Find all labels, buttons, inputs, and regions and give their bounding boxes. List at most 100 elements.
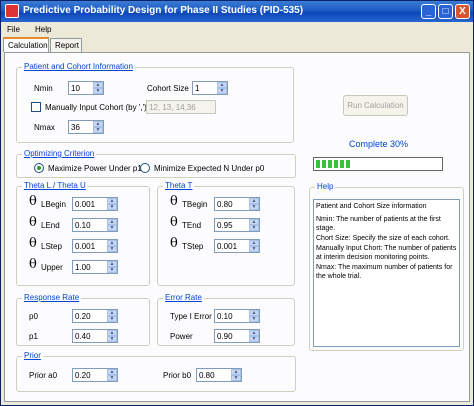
p1-stepper[interactable]: 0.40 ▲ ▼ bbox=[72, 329, 118, 343]
help-line: Patient and Cohort Size information bbox=[316, 203, 427, 210]
title-bar[interactable]: Predictive Probability Design for Phase … bbox=[1, 1, 473, 22]
completion-status: Complete 30% bbox=[349, 139, 409, 149]
theta-upper-down-arrow-icon[interactable]: ▼ bbox=[107, 267, 117, 273]
prior-a0-stepper[interactable]: 0.20 ▲ ▼ bbox=[72, 368, 118, 382]
nmin-stepper[interactable]: 10 ▲ ▼ bbox=[68, 81, 104, 95]
close-button[interactable]: X bbox=[455, 4, 470, 19]
type1-error-label: Type I Error bbox=[170, 312, 212, 321]
nmin-down-arrow-icon[interactable]: ▼ bbox=[93, 88, 103, 94]
response-rate-group: Response Rate p0 0.20 ▲ ▼ p1 0.40 ▲ ▼ bbox=[16, 293, 150, 346]
progress-segment bbox=[322, 160, 326, 168]
menu-bar: File Help bbox=[1, 22, 473, 38]
p0-label: p0 bbox=[29, 312, 38, 321]
patient-cohort-group: Patient and Cohort Information Nmin 10 ▲… bbox=[16, 62, 294, 143]
cohort-size-stepper[interactable]: 1 ▲ ▼ bbox=[192, 81, 228, 95]
help-line: Manually Input Chort: The number of pati… bbox=[316, 245, 457, 261]
app-window: Predictive Probability Design for Phase … bbox=[0, 0, 474, 406]
theta-t-label: Theta T bbox=[163, 181, 195, 190]
maximize-power-label: Maximize Power Under p1 bbox=[48, 164, 142, 173]
patient-cohort-group-label: Patient and Cohort Information bbox=[22, 62, 135, 71]
run-calculation-button[interactable]: Run Calculation bbox=[343, 95, 408, 116]
theta-lend-label: LEnd bbox=[41, 221, 60, 230]
theta-lend-down-arrow-icon[interactable]: ▼ bbox=[107, 225, 117, 231]
theta-lbegin-down-arrow-icon[interactable]: ▼ bbox=[107, 204, 117, 210]
nmax-label: Nmax bbox=[34, 123, 55, 132]
theta-lbegin-stepper[interactable]: 0.001 ▲ ▼ bbox=[72, 197, 118, 211]
b0-down-arrow-icon[interactable]: ▼ bbox=[231, 375, 241, 381]
theta-symbol-icon: θ bbox=[170, 194, 178, 209]
progress-segment bbox=[316, 160, 320, 168]
theta-symbol-icon: θ bbox=[29, 194, 37, 209]
tab-report[interactable]: Report bbox=[50, 38, 82, 52]
maximize-power-radio[interactable] bbox=[34, 163, 44, 173]
help-line: Nmin: The number of patients at the firs… bbox=[316, 216, 441, 232]
tab-calculation[interactable]: Calculation bbox=[3, 37, 49, 52]
nmax-stepper[interactable]: 36 ▲ ▼ bbox=[68, 120, 104, 134]
theta-upper-stepper[interactable]: 1.00 ▲ ▼ bbox=[72, 260, 118, 274]
theta-lend-stepper[interactable]: 0.10 ▲ ▼ bbox=[72, 218, 118, 232]
minimize-expected-radio[interactable] bbox=[140, 163, 150, 173]
help-group: Help Patient and Cohort Size information… bbox=[309, 182, 464, 351]
optimizing-criterion-label: Optimizing Criterion bbox=[22, 149, 97, 158]
theta-lbegin-label: LBegin bbox=[41, 200, 66, 209]
cohort-down-arrow-icon[interactable]: ▼ bbox=[217, 88, 227, 94]
theta-tstep-down-arrow-icon[interactable]: ▼ bbox=[249, 246, 259, 252]
theta-t-group: Theta T θ TBegin 0.80 ▲ ▼ θ TEnd 0.95 ▲ ▼ θT… bbox=[157, 181, 295, 286]
app-icon bbox=[5, 4, 19, 18]
p1-label: p1 bbox=[29, 332, 38, 341]
manual-cohort-input[interactable]: 12, 13, 14,36 bbox=[146, 100, 216, 114]
type1-error-stepper[interactable]: 0.10 ▲ ▼ bbox=[214, 309, 260, 323]
theta-symbol-icon: θ bbox=[170, 215, 178, 230]
theta-lstep-label: LStep bbox=[41, 242, 62, 251]
help-line: Nmax: The maximum number of patients for… bbox=[316, 264, 453, 280]
theta-tend-stepper[interactable]: 0.95 ▲ ▼ bbox=[214, 218, 260, 232]
menu-help[interactable]: Help bbox=[35, 25, 51, 34]
theta-tstep-label: TStep bbox=[182, 242, 204, 251]
a0-down-arrow-icon[interactable]: ▼ bbox=[107, 375, 117, 381]
minimize-expected-label: Minimize Expected N Under p0 bbox=[154, 164, 265, 173]
minimize-button[interactable]: _ bbox=[421, 4, 436, 19]
progress-bar bbox=[313, 157, 443, 171]
theta-tstep-stepper[interactable]: 0.001 ▲ ▼ bbox=[214, 239, 260, 253]
progress-segment bbox=[340, 160, 344, 168]
prior-group: Prior Prior a0 0.20 ▲ ▼ Prior b0 0.80 ▲ ▼ bbox=[16, 351, 296, 392]
maximize-button[interactable]: □ bbox=[438, 4, 453, 19]
theta-lu-label: Theta L / Theta U bbox=[22, 181, 88, 190]
theta-lstep-down-arrow-icon[interactable]: ▼ bbox=[107, 246, 117, 252]
progress-segment bbox=[334, 160, 338, 168]
theta-tbegin-down-arrow-icon[interactable]: ▼ bbox=[249, 204, 259, 210]
theta-tend-down-arrow-icon[interactable]: ▼ bbox=[249, 225, 259, 231]
help-label: Help bbox=[315, 182, 336, 191]
prior-b0-label: Prior b0 bbox=[163, 371, 192, 380]
power-down-arrow-icon[interactable]: ▼ bbox=[249, 336, 259, 342]
p1-down-arrow-icon[interactable]: ▼ bbox=[107, 336, 117, 342]
nmax-down-arrow-icon[interactable]: ▼ bbox=[93, 127, 103, 133]
prior-b0-stepper[interactable]: 0.80 ▲ ▼ bbox=[196, 368, 242, 382]
theta-tbegin-stepper[interactable]: 0.80 ▲ ▼ bbox=[214, 197, 260, 211]
manual-cohort-label: Manually Input Cohort (by ',') bbox=[45, 103, 147, 112]
theta-tbegin-label: TBegin bbox=[182, 200, 208, 209]
menu-file[interactable]: File bbox=[7, 25, 20, 34]
help-textbox[interactable]: Patient and Cohort Size information Nmin:… bbox=[313, 199, 460, 347]
power-label: Power bbox=[170, 332, 193, 341]
progress-segment bbox=[328, 160, 332, 168]
optimizing-criterion-group: Optimizing Criterion Maximize Power Unde… bbox=[16, 149, 296, 178]
calculation-panel: Patient and Cohort Information Nmin 10 ▲… bbox=[4, 52, 470, 402]
progress-segment bbox=[346, 160, 350, 168]
manual-cohort-checkbox[interactable] bbox=[31, 102, 41, 112]
theta-lstep-stepper[interactable]: 0.001 ▲ ▼ bbox=[72, 239, 118, 253]
theta-symbol-icon: θ bbox=[29, 236, 37, 251]
power-stepper[interactable]: 0.90 ▲ ▼ bbox=[214, 329, 260, 343]
prior-label: Prior bbox=[22, 351, 43, 360]
p0-stepper[interactable]: 0.20 ▲ ▼ bbox=[72, 309, 118, 323]
theta-symbol-icon: θ bbox=[29, 257, 37, 272]
help-line: Chort Size: Specify the size of each coh… bbox=[316, 235, 450, 242]
nmin-label: Nmin bbox=[34, 84, 53, 93]
error-rate-group: Error Rate Type I Error 0.10 ▲ ▼ Power 0.… bbox=[157, 293, 295, 346]
theta-lu-group: Theta L / Theta U θ LBegin 0.001 ▲ ▼ θ LEnd… bbox=[16, 181, 150, 286]
error-rate-label: Error Rate bbox=[163, 293, 204, 302]
type1-down-arrow-icon[interactable]: ▼ bbox=[249, 316, 259, 322]
p0-down-arrow-icon[interactable]: ▼ bbox=[107, 316, 117, 322]
prior-a0-label: Prior a0 bbox=[29, 371, 58, 380]
theta-symbol-icon: θ bbox=[170, 236, 178, 251]
